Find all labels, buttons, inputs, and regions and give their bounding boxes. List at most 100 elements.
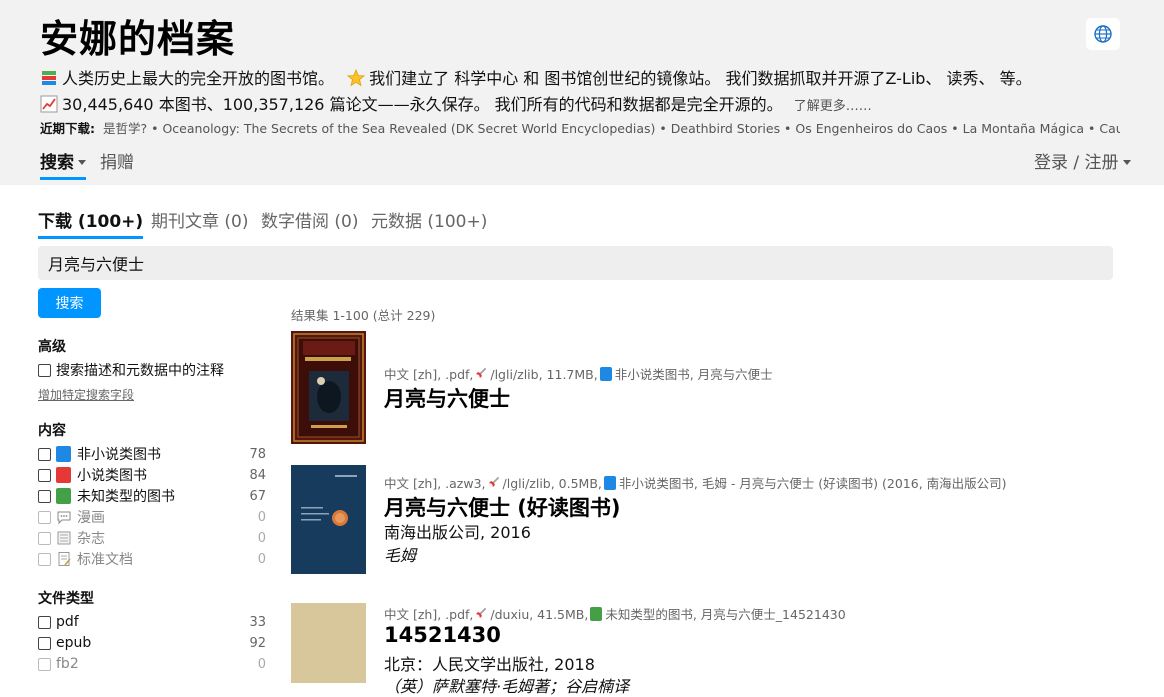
content-count: 67	[249, 488, 266, 504]
content-checkbox[interactable]	[38, 489, 51, 503]
content-checkbox[interactable]	[38, 531, 51, 545]
content-filter-magazine[interactable]: 杂志 0	[38, 528, 266, 548]
filetype-label: fb2	[56, 656, 79, 672]
blue-book-icon	[599, 367, 612, 381]
result-meta-category: 非小说类图书, 月亮与六便士	[614, 367, 773, 382]
filetype-count: 33	[249, 614, 266, 630]
filetype-title: 文件类型	[38, 591, 94, 607]
result-meta: 中文 [zh], .pdf, /duxiu, 41.5MB, 未知类型的图书, 月亮…	[384, 604, 846, 623]
results-count: 结果集 1-100 (总计 229)	[291, 308, 436, 323]
book-cover[interactable]	[291, 603, 366, 683]
search-button[interactable]: 搜索	[38, 288, 101, 318]
chevron-down-icon	[1122, 160, 1131, 165]
rocket-icon	[475, 367, 487, 381]
blue-book-icon	[603, 476, 616, 490]
add-search-field-link[interactable]: 增加特定搜索字段	[38, 386, 134, 403]
filetype-checkbox[interactable]	[38, 636, 51, 650]
result-meta-category: 非小说类图书, 毛姆 - 月亮与六便士 (好读图书) (2016, 南海出版公司…	[618, 476, 1007, 491]
recent-downloads: 近期下载: 是哲学? • Oceanology: The Secrets of t…	[40, 118, 1120, 137]
tagline-library: 人类历史上最大的完全开放的图书馆。	[62, 69, 335, 88]
content-checkbox[interactable]	[38, 552, 51, 566]
nav-search-label: 搜索	[40, 153, 74, 173]
result-meta: 中文 [zh], .azw3, /lgli/zlib, 0.5MB, 非小说类图书,…	[384, 473, 1007, 492]
nav-tab-donate[interactable]: 捐赠	[100, 148, 134, 173]
search-input[interactable]	[38, 246, 1113, 280]
content-label: 漫画	[77, 510, 105, 526]
recent-downloads-label: 近期下载:	[40, 121, 95, 136]
tab-lending[interactable]: 数字借阅 (0)	[261, 207, 358, 232]
book-cover[interactable]	[291, 465, 366, 574]
recent-downloads-list[interactable]: 是哲学? • Oceanology: The Secrets of the Se…	[103, 121, 1120, 136]
green-book-icon	[590, 607, 603, 621]
content-filter-standards[interactable]: 标准文档 0	[38, 549, 266, 569]
content-label: 标准文档	[77, 552, 133, 568]
filetype-filter-pdf[interactable]: pdf 33	[38, 612, 266, 632]
filetype-label: pdf	[56, 614, 79, 630]
result-author: （英）萨默塞特·毛姆著；谷启楠译	[384, 677, 630, 696]
language-button[interactable]	[1086, 18, 1120, 50]
content-count: 0	[257, 530, 266, 546]
content-checkbox[interactable]	[38, 447, 51, 461]
filetype-checkbox[interactable]	[38, 615, 51, 629]
result-publisher: 南海出版公司, 2016	[384, 523, 531, 542]
content-label: 小说类图书	[77, 468, 147, 484]
content-label: 非小说类图书	[77, 447, 161, 463]
filetype-count: 92	[249, 635, 266, 651]
content-label: 未知类型的图书	[77, 489, 175, 505]
content-checkbox[interactable]	[38, 510, 51, 524]
chart-increasing-icon	[40, 95, 58, 113]
result-title[interactable]: 14521430	[384, 623, 501, 647]
result-meta-category: 未知类型的图书, 月亮与六便士_14521430	[605, 607, 846, 622]
result-publisher: 北京：人民文学出版社, 2018	[384, 655, 595, 674]
globe-icon	[1094, 25, 1112, 43]
green-book-icon	[56, 488, 71, 504]
content-count: 0	[257, 551, 266, 567]
result-title[interactable]: 月亮与六便士 (好读图书)	[384, 492, 621, 522]
tagline-mirrors: 我们建立了 科学中心 和 图书馆创世纪的镜像站。 我们数据抓取并开源了Z-Lib…	[369, 69, 1032, 88]
books-icon	[40, 69, 58, 87]
result-meta: 中文 [zh], .pdf, /lgli/zlib, 11.7MB, 非小说类图书,…	[384, 364, 773, 383]
tagline-stats: 30,445,640 本图书、100,357,126 篇论文——永久保存。 我们…	[62, 95, 783, 114]
content-filter-fiction[interactable]: 小说类图书 84	[38, 465, 266, 485]
result-meta-source: /lgli/zlib, 11.7MB,	[490, 367, 598, 382]
filetype-checkbox[interactable]	[38, 657, 51, 671]
rocket-icon	[488, 476, 500, 490]
advanced-option-label: 搜索描述和元数据中的注释	[56, 363, 224, 379]
content-title: 内容	[38, 423, 66, 439]
result-meta-source: /lgli/zlib, 0.5MB,	[502, 476, 602, 491]
book-cover[interactable]	[291, 331, 366, 444]
advanced-option-row[interactable]: 搜索描述和元数据中的注释	[38, 360, 266, 380]
filetype-count: 0	[257, 656, 266, 672]
result-meta-format: 中文 [zh], .pdf,	[384, 607, 474, 622]
memo-icon	[56, 551, 71, 567]
result-title[interactable]: 月亮与六便士	[384, 383, 510, 413]
nav-tab-search[interactable]: 搜索	[40, 148, 86, 180]
result-author: 毛姆	[384, 546, 417, 565]
advanced-title: 高级	[38, 339, 66, 355]
filetype-label: epub	[56, 635, 92, 651]
tagline-line-1: 人类历史上最大的完全开放的图书馆。 我们建立了 科学中心 和 图书馆创世纪的镜像…	[40, 65, 1032, 89]
result-meta-format: 中文 [zh], .azw3,	[384, 476, 486, 491]
chevron-down-icon	[78, 160, 86, 165]
tab-download[interactable]: 下载 (100+)	[38, 207, 144, 239]
content-count: 78	[249, 446, 266, 462]
tagline-line-2: 30,445,640 本图书、100,357,126 篇论文——永久保存。 我们…	[40, 91, 872, 115]
learn-more-link[interactable]: 了解更多……	[794, 99, 872, 114]
filetype-filter-epub[interactable]: epub 92	[38, 633, 266, 653]
content-filter-unknown[interactable]: 未知类型的图书 67	[38, 486, 266, 506]
login-register-menu[interactable]: 登录 / 注册	[1034, 148, 1131, 173]
content-checkbox[interactable]	[38, 468, 51, 482]
rocket-icon	[475, 607, 487, 621]
filetype-filter-fb2[interactable]: fb2 0	[38, 654, 266, 674]
result-meta-format: 中文 [zh], .pdf,	[384, 367, 474, 382]
advanced-option-checkbox[interactable]	[38, 363, 51, 377]
tab-metadata[interactable]: 元数据 (100+)	[371, 207, 487, 232]
content-count: 0	[257, 509, 266, 525]
newspaper-icon	[56, 530, 71, 546]
tab-journal[interactable]: 期刊文章 (0)	[151, 207, 248, 232]
star-icon	[347, 68, 366, 87]
site-title[interactable]: 安娜的档案	[40, 8, 235, 63]
content-filter-comic[interactable]: 漫画 0	[38, 507, 266, 527]
content-filter-nonfiction[interactable]: 非小说类图书 78	[38, 444, 266, 464]
result-meta-source: /duxiu, 41.5MB,	[490, 607, 589, 622]
